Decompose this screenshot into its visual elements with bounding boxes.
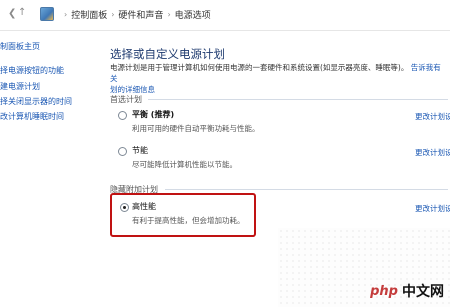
section-divider — [165, 189, 448, 190]
plan-desc-balanced: 利用可用的硬件自动平衡功耗与性能。 — [132, 124, 260, 133]
description-link-2[interactable]: 划的详细信息 — [110, 85, 155, 94]
breadcrumb-control-panel[interactable]: 控制面板 — [71, 8, 107, 21]
sidebar-item-create-plan[interactable]: 建电源计划 — [0, 82, 40, 92]
sidebar-item-control-panel-home[interactable]: 制面板主页 — [0, 42, 40, 52]
highlight-box — [110, 193, 256, 237]
up-arrow-icon[interactable]: ↑ — [18, 7, 26, 19]
watermark-text: 中文网 — [402, 284, 444, 300]
radio-balanced[interactable] — [118, 111, 127, 120]
plan-desc-power-saver: 尽可能降低计算机性能以节能。 — [132, 160, 237, 169]
description-text: 电源计划是用于管理计算机如何使用电源的一套硬件和系统设置(如显示器亮度、睡眠等)… — [110, 63, 409, 72]
sidebar-item-power-button[interactable]: 择电源按钮的功能 — [0, 66, 64, 76]
description: 电源计划是用于管理计算机如何使用电源的一套硬件和系统设置(如显示器亮度、睡眠等)… — [110, 62, 448, 95]
control-panel-icon — [40, 7, 54, 21]
sidebar-item-display-off[interactable]: 择关闭显示器的时间 — [0, 97, 72, 107]
change-plan-link-power-saver[interactable]: 更改计划设置 — [415, 147, 450, 158]
section-preferred: 首选计划 — [110, 95, 142, 104]
change-plan-link-balanced[interactable]: 更改计划设置 — [415, 111, 450, 122]
plan-name-power-saver[interactable]: 节能 — [132, 145, 148, 156]
back-arrow-icon[interactable]: ❮ — [8, 8, 16, 20]
page-title: 选择或自定义电源计划 — [110, 47, 225, 61]
breadcrumb-separator: › — [64, 9, 68, 19]
change-plan-link-high-performance[interactable]: 更改计划设 — [415, 203, 450, 214]
watermark: php 中文网 — [370, 281, 444, 301]
section-divider — [148, 99, 448, 100]
sidebar-item-sleep-time[interactable]: 改计算机睡眠时间 — [0, 112, 64, 122]
plan-name-balanced[interactable]: 平衡 (推荐) — [132, 109, 174, 120]
radio-power-saver[interactable] — [118, 147, 127, 156]
watermark-brand: php — [370, 283, 398, 299]
